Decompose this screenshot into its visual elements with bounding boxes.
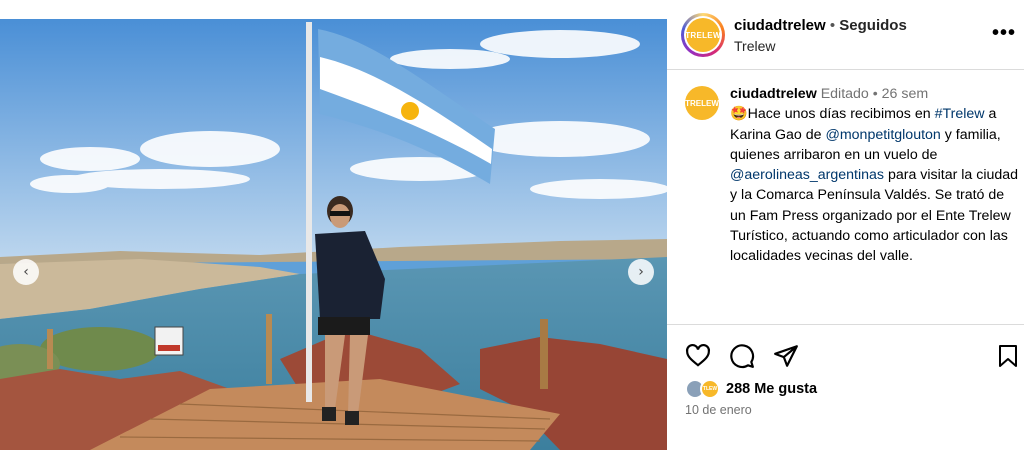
share-icon[interactable]	[773, 343, 799, 369]
post-sidebar: TRELEW ciudadtrelew • Seguidos Trelew ••…	[667, 0, 1024, 450]
meta-dot: •	[868, 86, 882, 102]
carousel-next-button[interactable]: ›	[628, 259, 654, 285]
likes-count[interactable]: 288 Me gusta	[726, 381, 817, 397]
post-date: 10 de enero	[685, 403, 752, 417]
username-link[interactable]: ciudadtrelew	[734, 17, 826, 34]
more-options-icon[interactable]: •••	[992, 22, 1016, 45]
chevron-right-icon: ›	[638, 264, 644, 280]
caption-username[interactable]: ciudadtrelew	[730, 86, 817, 102]
caption-text: ciudadtrelew Editado • 26 sem 🤩Hace unos…	[730, 84, 1020, 267]
time-ago[interactable]: 26 sem	[882, 86, 929, 102]
comment-icon[interactable]	[729, 343, 755, 369]
liker-avatar: TLEW	[700, 379, 720, 399]
action-bar: TLEW 288 Me gusta 10 de enero	[667, 324, 1024, 450]
edited-label: Editado	[820, 86, 869, 102]
trelew-logo: TRELEW	[685, 18, 720, 52]
likes-row[interactable]: TLEW 288 Me gusta	[685, 377, 817, 401]
caption-avatar[interactable]: TRELEW	[685, 86, 719, 120]
profile-avatar[interactable]: TRELEW	[681, 13, 725, 57]
caption-body-1: Hace unos días recibimos en	[747, 106, 935, 123]
mention-link[interactable]: @aerolineas_argentinas	[730, 167, 884, 183]
chevron-left-icon: ‹	[23, 264, 29, 280]
post-photo[interactable]: ‹ ›	[0, 19, 667, 450]
post-header: TRELEW ciudadtrelew • Seguidos Trelew ••…	[667, 0, 1024, 70]
heart-icon[interactable]	[685, 343, 711, 369]
carousel-prev-button[interactable]: ‹	[13, 259, 39, 285]
hashtag-link[interactable]: #Trelew	[935, 106, 985, 122]
bookmark-icon[interactable]	[996, 343, 1020, 369]
mention-link[interactable]: @monpetitglouton	[825, 127, 940, 143]
separator-dot: •	[825, 17, 840, 34]
header-line: ciudadtrelew • Seguidos	[734, 17, 907, 34]
post-image	[0, 19, 667, 450]
location-link[interactable]: Trelew	[734, 38, 776, 54]
emoji: 🤩	[730, 106, 748, 123]
following-button[interactable]: Seguidos	[839, 17, 907, 34]
